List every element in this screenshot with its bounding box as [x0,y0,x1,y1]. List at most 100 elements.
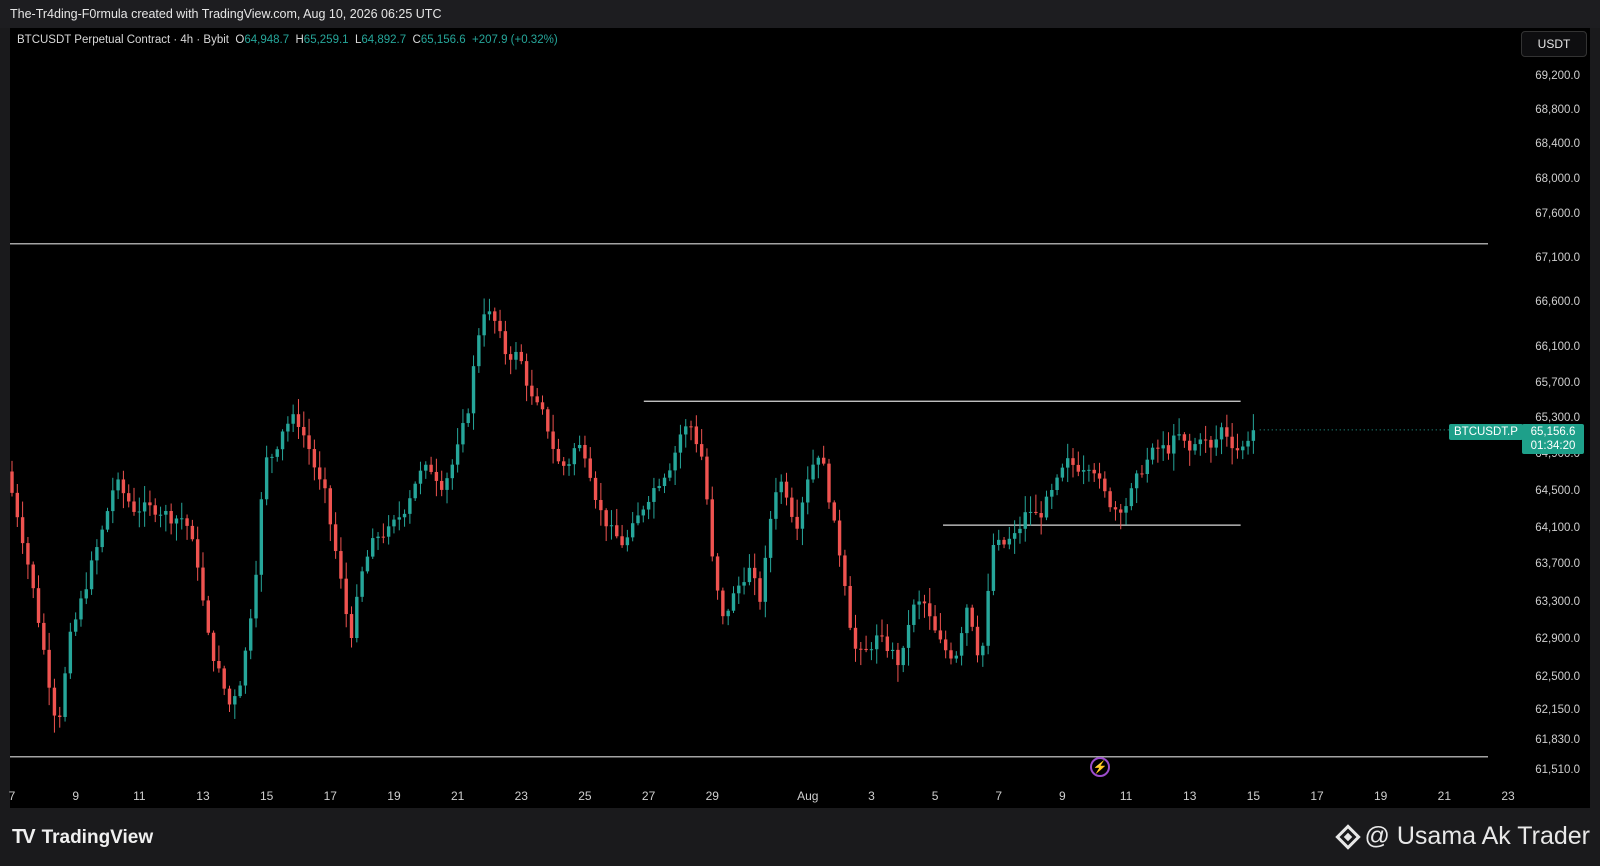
candlestick-chart[interactable]: 69,200.0 68,800.0 68,400.0 68,000.0 67,600.0… [0,0,1600,808]
candle-body [1039,513,1043,518]
candle-body [445,478,449,490]
candle-body [132,501,136,512]
candle-body [1055,477,1059,490]
last-price-value: 65,156.6 [1530,426,1576,438]
candle-body [95,547,99,561]
candle-body [1241,446,1245,451]
y-axis-tick-label: 63,700.0 [1535,558,1580,570]
candle-body [503,331,508,355]
candle-body [376,536,380,539]
candle-body [986,590,990,646]
candle-body [1023,512,1027,529]
candle-body [31,564,35,589]
x-axis-tick-label: 27 [642,789,656,803]
candle-body [853,627,858,649]
candle-body [970,607,974,627]
candle-body [408,498,412,514]
candle-body [296,414,301,427]
candle-body [991,545,996,591]
candle-body [238,685,242,697]
candle-body [169,510,173,524]
candle-body [1028,511,1033,513]
candle-body [63,673,67,717]
candle-body [217,660,221,669]
x-axis-tick-label: 13 [196,789,210,803]
candle-body [1161,445,1165,449]
x-axis-tick-label: 23 [1501,789,1515,803]
candle-body [811,464,815,480]
candle-body [1066,458,1070,468]
candle-body [111,490,115,512]
candle-body [344,578,348,615]
candle-body [1251,430,1256,441]
x-axis-tick-label: 7 [9,789,16,803]
candle-body [1209,439,1213,448]
candle-body [843,555,847,586]
candle-body [1182,434,1187,441]
candle-body [1012,533,1017,539]
tradingview-logo[interactable]: TV TradingView [12,826,153,849]
candle-body [73,619,78,632]
candle-body [1203,439,1208,441]
candle-body [307,435,311,450]
candle-body [1081,470,1086,472]
candle-body [1087,469,1091,471]
candle-body [302,426,306,436]
candle-body [1230,436,1234,449]
candle-body [227,688,232,705]
tv-mark-icon: TV [12,826,36,848]
y-axis-tick-label: 65,700.0 [1535,377,1580,389]
candle-body [498,320,502,332]
candle-body [795,516,799,529]
candle-body [1198,439,1203,445]
candle-body [1214,439,1218,448]
legend-change: +207.9 (+0.32%) [471,34,558,46]
candle-body [280,431,285,450]
candle-body [254,574,258,619]
y-axis-tick-label: 68,000.0 [1535,173,1580,185]
candle-body [668,470,672,478]
candle-body [1050,490,1054,497]
candle-body [286,423,290,432]
x-axis-tick-label: 23 [515,789,529,803]
candle-body [211,632,216,661]
candle-body [694,426,699,445]
candle-body [1044,496,1049,518]
currency-button[interactable]: USDT [1521,31,1587,57]
candle-body [615,525,619,537]
candle-body [943,639,948,651]
candle-body [742,582,746,586]
candle-body [981,645,985,656]
x-axis-tick-label: 15 [1247,789,1261,803]
candle-body [243,650,248,686]
lightning-icon[interactable]: ⚡ [1090,757,1110,777]
x-axis-tick-label: 3 [868,789,875,803]
author-watermark: @ Usama Ak Trader [1334,822,1590,851]
candle-body [646,501,651,510]
legend-close-label: C [412,34,421,46]
candle-body [752,567,757,579]
candle-body [949,650,953,659]
candle-body [1060,467,1065,478]
y-axis-tick-label: 67,600.0 [1535,208,1580,220]
candle-body [206,600,210,633]
candle-body [1156,447,1160,449]
candle-body [620,536,624,546]
x-axis-tick-label: 15 [260,789,274,803]
candle-body [1134,473,1139,489]
candle-body [625,537,630,546]
candle-body [10,471,14,493]
candle-body [721,590,725,617]
candle-body [901,647,905,666]
candle-body [339,551,343,579]
candle-body [837,520,842,556]
candle-body [434,471,439,481]
candle-body [1119,509,1123,513]
candle-body [1092,469,1096,474]
y-axis-tick-label: 61,510.0 [1535,764,1580,776]
candle-body [731,593,736,611]
x-axis-tick-label: 25 [578,789,592,803]
x-axis-tick-label: 9 [1059,789,1066,803]
candle-body [89,560,94,590]
candle-body [381,536,386,538]
